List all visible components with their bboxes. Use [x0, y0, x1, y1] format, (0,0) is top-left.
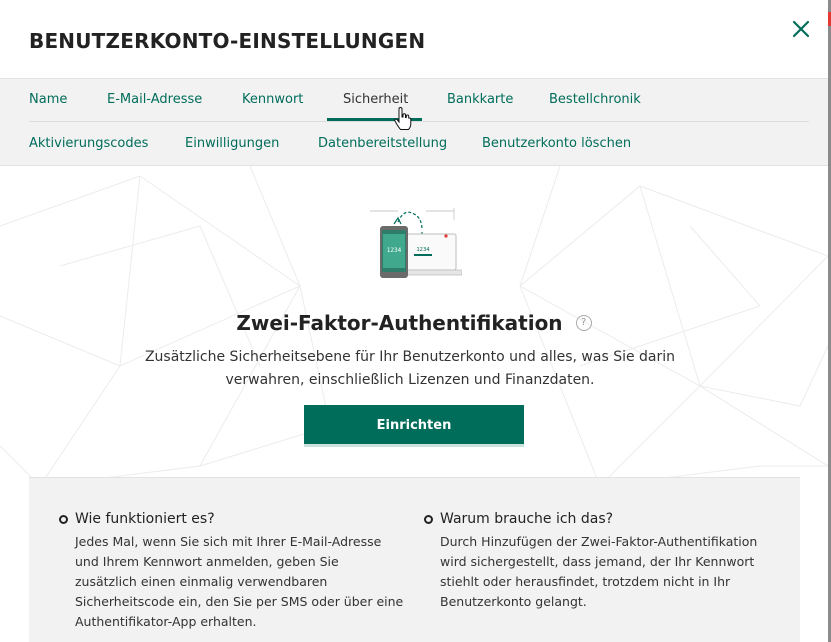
why-line: wird sichergestellt, dass jemand, der Ih… — [440, 554, 755, 569]
dialog-header: BENUTZERKONTO-EINSTELLUNGEN — [0, 0, 828, 78]
how-it-works-title: Wie funktioniert es? — [75, 511, 215, 527]
why-title: Warum brauche ich das? — [440, 511, 614, 527]
two-factor-illustration-icon: 1234 1234 — [370, 208, 463, 284]
help-icon[interactable]: ? — [575, 315, 592, 331]
how-line: Sicherheitscode ein, den Sie per SMS ode… — [75, 594, 404, 609]
tab-consents[interactable]: Einwilligungen — [185, 136, 279, 151]
why-line: Benutzerkonto gelangt. — [440, 594, 587, 609]
why-text: Durch Hinzufügen der Zwei-Faktor-Authent… — [440, 532, 757, 612]
tab-activation-codes[interactable]: Aktivierungscodes — [29, 136, 148, 151]
heading-row: Zwei-Faktor-Authentifikation ? — [0, 311, 828, 335]
tab-name[interactable]: Name — [29, 92, 67, 107]
dialog-title: BENUTZERKONTO-EINSTELLUNGEN — [29, 29, 426, 53]
why-line: Durch Hinzufügen der Zwei-Faktor-Authent… — [440, 534, 758, 549]
how-it-works-text: Jedes Mal, wenn Sie sich mit Ihrer E-Mai… — [75, 532, 403, 632]
settings-tabs: Name E-Mail-Adresse Kennwort Sicherheit … — [0, 78, 828, 166]
tab-data-provision[interactable]: Datenbereitstellung — [318, 136, 447, 151]
tab-email-address[interactable]: E-Mail-Adresse — [107, 92, 202, 107]
tab-delete-account[interactable]: Benutzerkonto löschen — [482, 136, 631, 151]
info-panel: Wie funktioniert es? Jedes Mal, wenn Sie… — [29, 477, 800, 642]
close-icon[interactable] — [788, 16, 814, 42]
description-line-2: verwahren, einschließlich Lizenzen und F… — [225, 372, 595, 388]
why-line: stiehlt oder herausfindet, trotzdem nich… — [440, 574, 731, 589]
how-line: Jedes Mal, wenn Sie sich mit Ihrer E-Mai… — [75, 534, 382, 549]
tab-password[interactable]: Kennwort — [242, 92, 303, 107]
setup-button[interactable]: Einrichten — [304, 405, 524, 447]
tab-security[interactable]: Sicherheit — [343, 92, 408, 107]
phone-code: 1234 — [387, 247, 402, 254]
how-line: Authentifikator-App erhalten. — [75, 614, 257, 629]
tab-bank-card[interactable]: Bankkarte — [447, 92, 513, 107]
description-line-1: Zusätzliche Sicherheitsebene für Ihr Ben… — [144, 349, 676, 365]
bullet-icon — [424, 515, 433, 524]
how-line: und Ihrem Kennwort anmelden, geben Sie — [75, 554, 339, 569]
security-content: 1234 1234 Zwei-Faktor-Authentifikation ?… — [0, 166, 828, 642]
how-line: zusätzlich einen einmalig verwendbaren — [75, 574, 328, 589]
bullet-icon — [59, 515, 68, 524]
two-factor-description: Zusätzliche Sicherheitsebene für Ihr Ben… — [100, 346, 720, 392]
account-settings-dialog: BENUTZERKONTO-EINSTELLUNGEN Name E-Mail-… — [0, 0, 831, 642]
hand-pointer-cursor-icon — [394, 106, 412, 131]
tab-order-history[interactable]: Bestellchronik — [549, 92, 641, 107]
tab-row-divider — [29, 121, 809, 122]
laptop-code: 1234 — [416, 247, 430, 253]
two-factor-heading: Zwei-Faktor-Authentifikation — [236, 311, 563, 335]
